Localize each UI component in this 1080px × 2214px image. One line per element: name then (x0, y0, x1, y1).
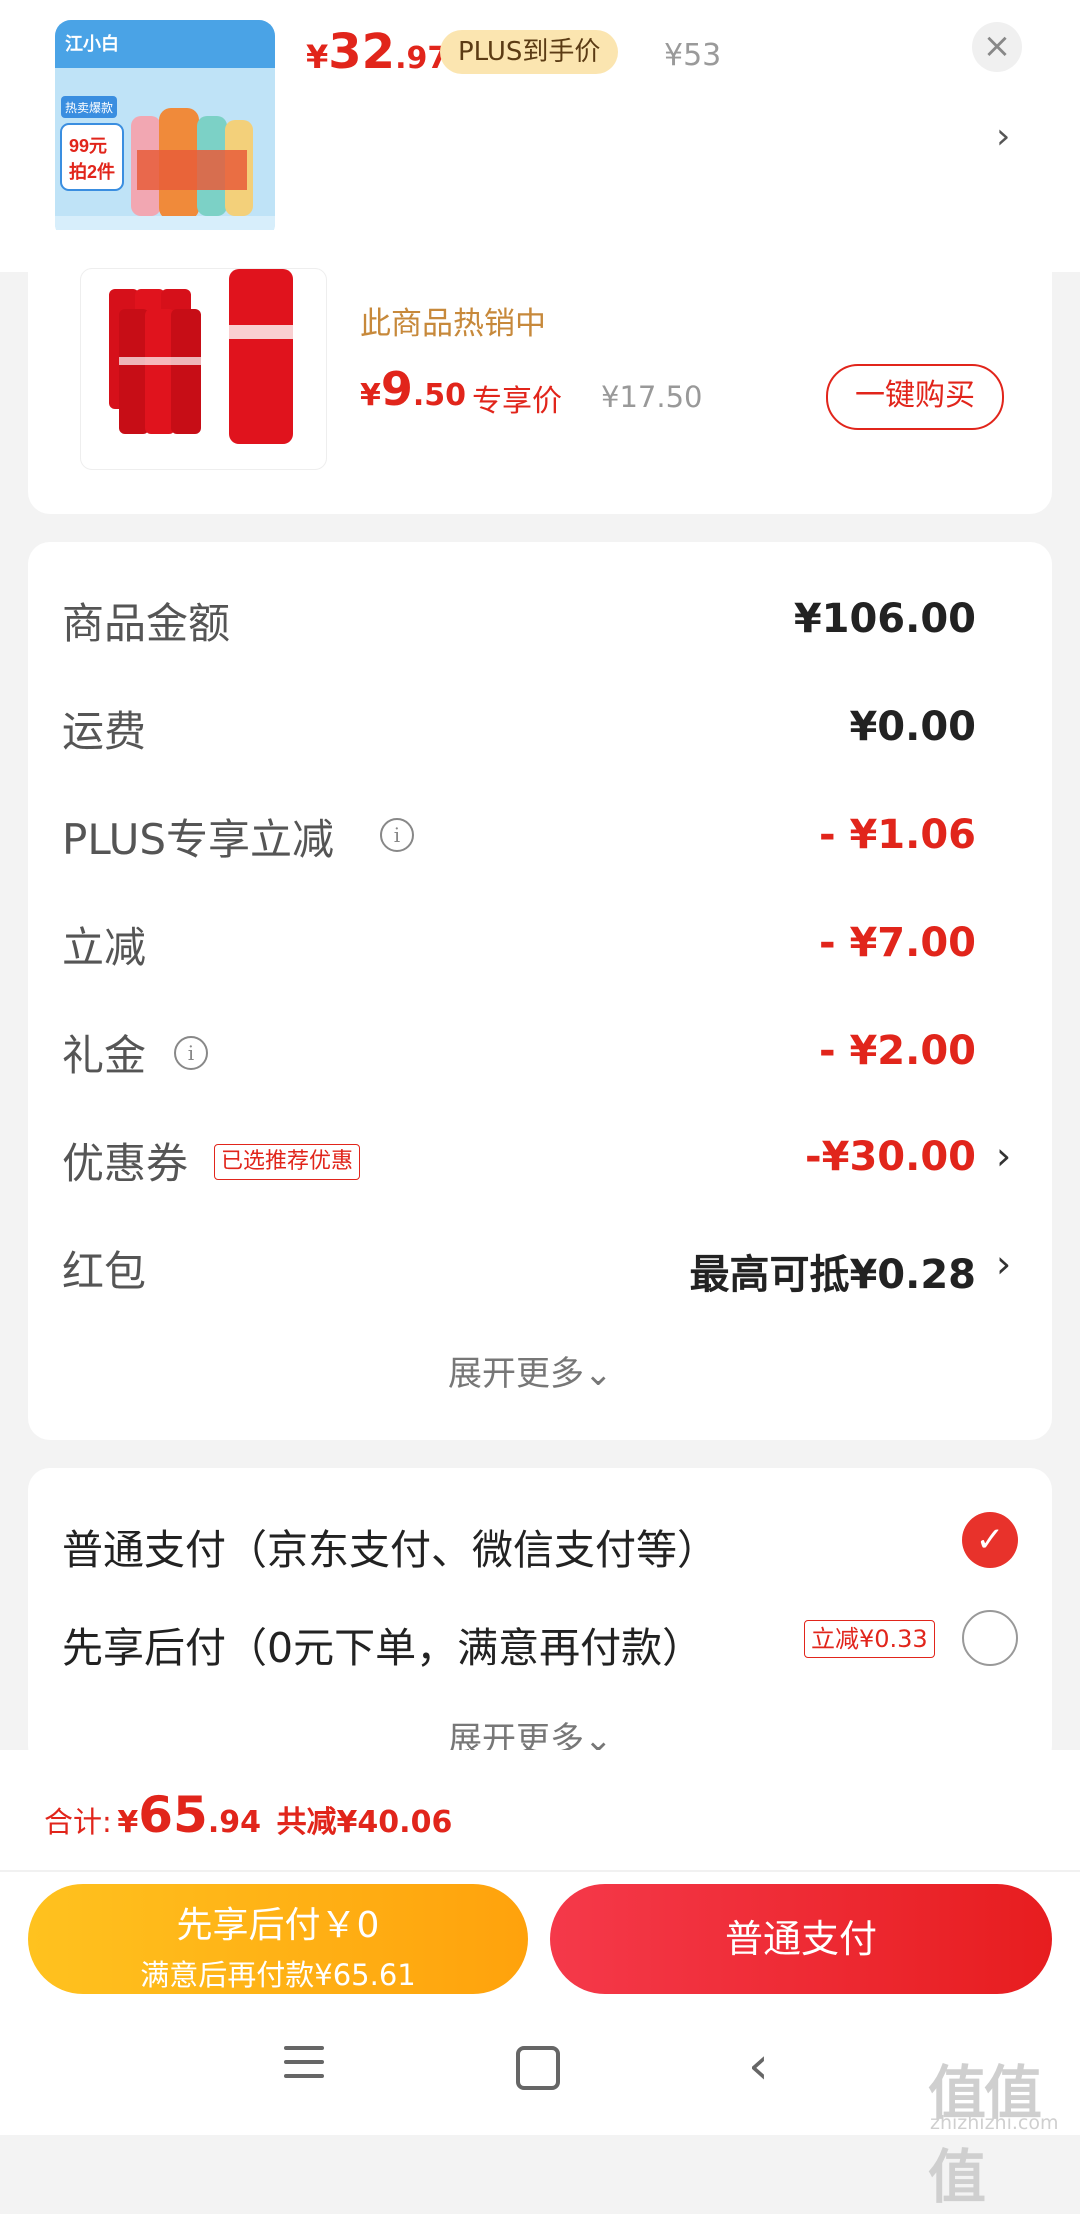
expand-more-label: 展开更多 (448, 1354, 584, 1394)
coke-product-image[interactable] (80, 268, 327, 470)
row-value-plus-discount: - ¥1.06 (818, 812, 976, 858)
price-breakdown-card (28, 542, 1052, 1440)
price-currency: ¥ (306, 38, 329, 76)
hot-selling-label: 此商品热销中 (360, 306, 546, 342)
row-label-gift-money: 礼金 (62, 1031, 147, 1080)
total-saved: 共减¥40.06 (276, 1805, 453, 1840)
row-label-instant-discount: 立减 (62, 923, 147, 972)
thumb-promo-line1: 99元 (69, 136, 107, 156)
chevron-right-icon[interactable]: › (996, 116, 1010, 157)
recent-apps-icon[interactable] (284, 2046, 324, 2088)
pay-later-button[interactable]: 先享后付￥0 满意后再付款¥65.61 (28, 1884, 528, 1994)
row-value-gift-money: - ¥2.00 (818, 1028, 976, 1074)
top-original-price: ¥53 (664, 38, 722, 73)
pay-later-button-title: 先享后付￥0 (176, 1905, 380, 1946)
row-label-coupon[interactable]: 优惠券 (62, 1130, 188, 1191)
back-icon[interactable]: ‹ (748, 2036, 769, 2096)
radio-unchecked-icon[interactable] (962, 1610, 1018, 1666)
close-icon[interactable]: × (972, 22, 1022, 72)
expand-more-breakdown[interactable]: 展开更多⌄ (448, 1346, 613, 1395)
chevron-right-icon[interactable]: › (996, 1242, 1011, 1286)
total-label: 合计: (44, 1805, 112, 1839)
row-label-red-packet[interactable]: 红包 (62, 1238, 146, 1299)
thumb-brand: 江小白 (65, 33, 119, 54)
thumb-promo-line2: 拍2件 (69, 161, 115, 182)
row-value-instant-discount: - ¥7.00 (818, 920, 976, 966)
recommended-coupon-badge: 已选推荐优惠 (214, 1144, 361, 1180)
exclusive-price-label: 专享价 (472, 384, 562, 419)
divider (0, 1870, 1080, 1872)
thumb-tag: 热卖爆款 (65, 101, 113, 115)
info-icon[interactable]: i (380, 818, 414, 852)
normal-pay-button[interactable]: 普通支付 (550, 1884, 1052, 1994)
order-total: 合计: ¥65.94 共减¥40.06 (44, 1786, 452, 1844)
chevron-right-icon[interactable]: › (996, 1134, 1011, 1178)
total-currency: ¥ (117, 1805, 139, 1840)
pay-later-button-subtitle: 满意后再付款¥65.61 (140, 1958, 416, 1992)
info-icon[interactable]: i (174, 1036, 208, 1070)
payment-option-pay-later[interactable]: 先享后付（0元下单，满意再付款） (62, 1614, 703, 1674)
row-value-goods-amount: ¥106.00 (793, 596, 976, 642)
price-dec: .50 (412, 378, 467, 413)
top-product-price: ¥32.97 (306, 24, 448, 80)
row-value-red-packet[interactable]: 最高可抵¥0.28 (689, 1242, 976, 1300)
price-currency: ¥ (360, 378, 381, 413)
row-label-shipping: 运费 (62, 707, 147, 756)
check-icon[interactable]: ✓ (962, 1512, 1018, 1568)
watermark-site: zhizhizhi.com (930, 2112, 1059, 2134)
one-click-buy-button[interactable]: 一键购买 (826, 364, 1004, 430)
product-thumbnail[interactable]: 江小白 热卖爆款 99元 拍2件 (55, 20, 275, 240)
payment-option-normal[interactable]: 普通支付（京东支付、微信支付等） (62, 1516, 718, 1576)
plus-price-tag: PLUS到手价 (440, 30, 619, 74)
price-int: 32 (328, 24, 396, 80)
row-label-plus-discount: PLUS专享立减 (62, 815, 335, 864)
total-int: 65 (138, 1786, 208, 1844)
pay-later-discount-badge: 立减¥0.33 (804, 1620, 935, 1658)
row-label-goods-amount: 商品金额 (62, 599, 231, 648)
row-value-coupon[interactable]: -¥30.00 (805, 1134, 976, 1180)
home-icon[interactable] (516, 2046, 560, 2090)
chevron-down-icon: ⌄ (584, 1354, 613, 1394)
recommend-original-price: ¥17.50 (601, 380, 703, 414)
recommend-price: ¥9.50 (360, 362, 466, 416)
price-int: 9 (380, 362, 413, 416)
row-value-shipping: ¥0.00 (849, 704, 976, 750)
total-dec: .94 (207, 1805, 261, 1840)
